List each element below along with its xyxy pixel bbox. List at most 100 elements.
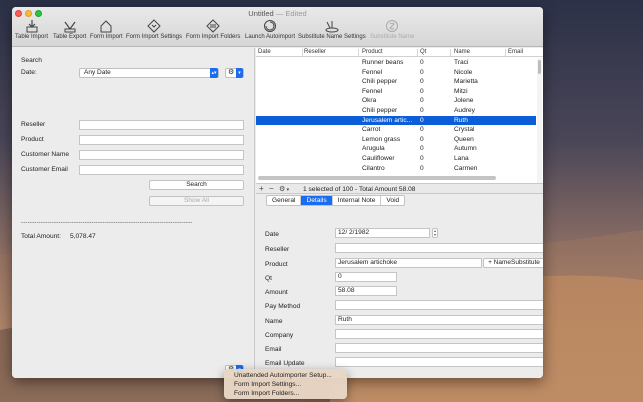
cell-qt: 0 [420, 135, 424, 143]
form-import-folders-icon [206, 19, 220, 33]
date-filter-popup[interactable]: Any Date ▴▾ [79, 68, 219, 78]
toolbar-table-import-button[interactable]: Table Import [15, 19, 48, 40]
toolbar-label: Table Import [15, 34, 49, 40]
customer-email-search-field[interactable] [79, 165, 244, 175]
table-row[interactable]: Cilantro 0 Carmen [256, 164, 536, 174]
toolbar-launch-autoimport-button[interactable]: Launch Autoimport [245, 19, 295, 40]
table-row[interactable]: Arugula 0 Autumn [256, 144, 536, 154]
column-divider [450, 49, 451, 56]
column-header-name[interactable]: Name [454, 49, 470, 55]
cell-qt: 0 [420, 155, 424, 162]
toolbar-table-export-button[interactable]: Table Export [53, 19, 86, 40]
date-field-label: Date [265, 231, 279, 238]
tab-void[interactable]: Void [381, 196, 404, 205]
cell-qt: 0 [420, 59, 424, 66]
table-options-button[interactable]: ⚙ ▾ [279, 185, 289, 193]
cell-name: Lana [454, 155, 469, 162]
table-row[interactable]: Jerusalem artic... 0 Ruth [256, 115, 536, 126]
email-update-field[interactable] [335, 357, 543, 367]
date-filter-value: Any Date [84, 69, 111, 76]
email-update-field-label: Email Update [265, 360, 305, 367]
customer-name-label: Customer Name [21, 151, 70, 158]
table-export-icon [64, 21, 76, 33]
table-row[interactable]: Chili pepper 0 Audrey [256, 106, 536, 116]
cell-qt: 0 [420, 78, 424, 86]
gear-icon: ⚙ [228, 69, 235, 76]
table-row[interactable]: Fennel 0 Nicole [256, 68, 536, 78]
table-row[interactable]: Carrot 0 Crystal [256, 125, 536, 135]
qt-field[interactable]: 0 [335, 272, 397, 282]
main-window: Untitled — Edited Table Import Table Exp… [12, 7, 543, 378]
product-search-field[interactable] [79, 135, 244, 145]
cell-qt: 0 [420, 107, 424, 114]
table-row[interactable]: Chili pepper 0 Marietta [256, 77, 536, 87]
reseller-search-field[interactable] [79, 120, 244, 130]
cell-product: Cilantro [362, 164, 385, 172]
title-toolbar: Untitled — Edited Table Import Table Exp… [12, 7, 543, 47]
table-row[interactable]: Lemon grass 0 Queen [256, 135, 536, 145]
cell-name: Mitzi [454, 87, 468, 95]
separator-line: ----------------------------------------… [21, 219, 193, 226]
company-field[interactable] [335, 329, 543, 339]
reseller-label: Reseller [21, 121, 46, 128]
cell-product: Runner beans [362, 59, 404, 66]
chevron-updown-icon: ▴▾ [210, 68, 218, 78]
qt-field-label: Qt [265, 275, 272, 282]
column-header-date[interactable]: Date [258, 49, 271, 55]
column-header-reseller[interactable]: Reseller [304, 49, 326, 55]
date-stepper[interactable]: ▴ ▾ [432, 228, 438, 238]
table-row[interactable]: Fennel 0 Mitzi [256, 87, 536, 97]
column-header-product[interactable]: Product [362, 49, 383, 55]
column-divider [302, 49, 303, 56]
amount-field[interactable]: 58.08 [335, 286, 397, 296]
cell-product: Cauliflower [362, 155, 395, 162]
customer-name-search-field[interactable] [79, 150, 244, 160]
search-button[interactable]: Search [149, 180, 244, 190]
email-field[interactable] [335, 343, 543, 353]
search-panel: Search Date: Any Date ▴▾ ⚙ ▾ Reseller Pr… [12, 48, 255, 378]
cell-product: Arugula [362, 145, 385, 153]
selection-status: 1 selected of 100 - Total Amount 58.08 [303, 186, 416, 193]
remove-record-button[interactable]: − [269, 184, 274, 193]
horizontal-scrollbar[interactable] [258, 176, 496, 180]
pay-method-field[interactable] [335, 300, 543, 310]
vertical-scrollbar[interactable] [537, 58, 542, 183]
name-substitute-button[interactable]: + NameSubstitute [483, 258, 543, 268]
menu-item-form-import-folders[interactable]: Form Import Folders... [224, 389, 347, 398]
menu-item-form-import-settings[interactable]: Form Import Settings... [224, 380, 347, 389]
cell-name: Carmen [454, 164, 478, 172]
product-label: Product [21, 136, 44, 143]
toolbar-substitute-name-button[interactable]: Substitute Name [370, 19, 414, 40]
date-options-button[interactable]: ⚙ ▾ [225, 68, 244, 78]
toolbar-form-import-settings-button[interactable]: Form Import Settings [126, 19, 182, 40]
table-import-icon [26, 20, 37, 33]
reseller-field[interactable] [335, 243, 543, 253]
toolbar-label: Form Import Settings [126, 34, 183, 40]
table-header: Date Reseller Product Qt Name Email [256, 48, 543, 57]
cell-qt: 0 [420, 68, 424, 76]
table-row[interactable]: Okra 0 Jolene [256, 96, 536, 106]
product-field[interactable]: Jerusalem artichoke [335, 258, 482, 268]
show-all-button[interactable]: Show All [149, 196, 244, 206]
table-row[interactable]: Runner beans 0 Traci [256, 58, 536, 68]
menu-item-unattended-autoimporter-setup[interactable]: Unattended Autoimporter Setup... [224, 371, 347, 380]
date-field[interactable]: 12/ 2/1982 [335, 228, 430, 238]
column-divider [358, 49, 359, 56]
form-import-icon [100, 20, 112, 33]
tab-details[interactable]: Details [301, 196, 333, 205]
toolbar-substitute-name-settings-button[interactable]: Substitute Name Settings [298, 19, 366, 40]
cell-name: Queen [454, 135, 474, 143]
name-field[interactable]: Ruth [335, 315, 543, 325]
toolbar-form-import-button[interactable]: Form Import [90, 19, 123, 40]
name-field-label: Name [265, 318, 283, 325]
column-header-qt[interactable]: Qt [420, 49, 426, 55]
add-record-button[interactable]: + [259, 184, 264, 193]
customer-email-label: Customer Email [21, 166, 68, 173]
tab-internal-note[interactable]: Internal Note [333, 196, 382, 205]
table-row[interactable]: Cauliflower 0 Lana [256, 154, 536, 164]
scroll-thumb[interactable] [538, 60, 541, 74]
column-header-email[interactable]: Email [508, 49, 523, 55]
toolbar-form-import-folders-button[interactable]: Form Import Folders [186, 19, 240, 40]
tab-general[interactable]: General [267, 196, 302, 205]
cell-qt: 0 [420, 116, 424, 124]
